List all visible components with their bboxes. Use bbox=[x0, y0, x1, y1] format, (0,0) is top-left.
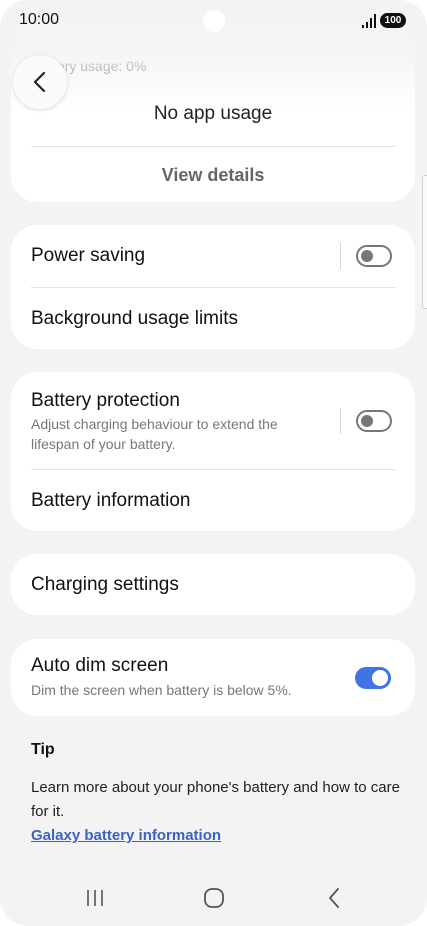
power-saving-toggle[interactable] bbox=[356, 245, 392, 267]
power-saving-row[interactable]: Power saving bbox=[11, 225, 415, 287]
scrollbar-handle[interactable] bbox=[422, 175, 427, 309]
battery-information-title: Battery information bbox=[31, 490, 191, 511]
view-details-button[interactable]: View details bbox=[11, 165, 415, 186]
home-icon bbox=[204, 888, 224, 908]
phone-screen: 10:00 100 No app usage View details Batt… bbox=[0, 0, 427, 926]
toggle-knob bbox=[361, 250, 373, 262]
auto-dim-screen-title: Auto dim screen bbox=[31, 655, 169, 676]
toggle-knob bbox=[372, 670, 388, 686]
nav-back-button[interactable] bbox=[304, 870, 364, 926]
status-time: 10:00 bbox=[19, 11, 60, 28]
signal-icon bbox=[362, 14, 376, 28]
chevron-left-icon bbox=[33, 71, 46, 93]
row-separator bbox=[340, 243, 341, 269]
status-bar: 10:00 100 bbox=[0, 0, 427, 40]
no-app-usage-text: No app usage bbox=[153, 103, 273, 124]
home-button[interactable] bbox=[184, 870, 244, 926]
back-button[interactable] bbox=[13, 55, 67, 109]
usage-divider bbox=[31, 146, 395, 147]
power-card: Power saving Background usage limits bbox=[11, 225, 415, 349]
row-separator bbox=[340, 408, 341, 434]
battery-protection-subtitle: Adjust charging behaviour to extend the … bbox=[31, 416, 278, 452]
recents-icon bbox=[87, 890, 103, 906]
protection-card: Battery protection Adjust charging behav… bbox=[11, 372, 415, 531]
tip-body: Learn more about your phone's battery an… bbox=[31, 779, 400, 820]
power-saving-title: Power saving bbox=[31, 245, 146, 266]
battery-usage-card: No app usage View details bbox=[11, 20, 415, 202]
auto-dim-screen-toggle[interactable] bbox=[355, 667, 391, 689]
charging-settings-title: Charging settings bbox=[31, 574, 179, 595]
navigation-bar bbox=[0, 870, 427, 926]
toggle-knob bbox=[361, 415, 373, 427]
tip-heading: Tip bbox=[31, 741, 55, 758]
battery-protection-title: Battery protection bbox=[31, 390, 180, 411]
battery-protection-toggle[interactable] bbox=[356, 410, 392, 432]
back-icon bbox=[329, 888, 339, 908]
battery-protection-row[interactable]: Battery protection Adjust charging behav… bbox=[11, 372, 415, 469]
battery-information-row[interactable]: Battery information bbox=[11, 470, 415, 531]
auto-dim-screen-row[interactable]: Auto dim screen Dim the screen when batt… bbox=[11, 639, 415, 716]
battery-level-badge: 100 bbox=[380, 13, 406, 28]
recents-button[interactable] bbox=[65, 870, 125, 926]
background-usage-limits-title: Background usage limits bbox=[31, 308, 238, 329]
background-usage-limits-row[interactable]: Background usage limits bbox=[11, 288, 415, 349]
auto-dim-screen-subtitle: Dim the screen when battery is below 5%. bbox=[31, 682, 292, 698]
camera-cutout bbox=[203, 10, 225, 32]
charging-settings-row[interactable]: Charging settings bbox=[11, 554, 415, 615]
galaxy-battery-information-link[interactable]: Galaxy battery information bbox=[31, 827, 221, 844]
